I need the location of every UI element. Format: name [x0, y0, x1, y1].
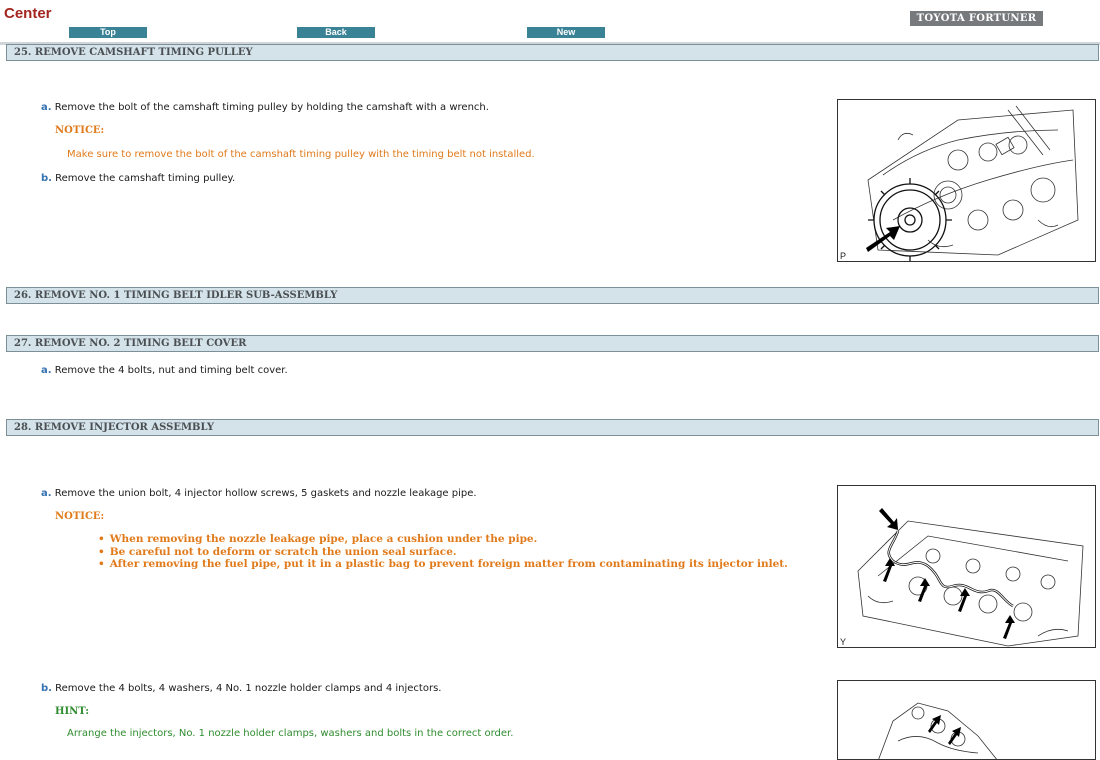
figure-code: Y: [840, 637, 847, 647]
hint-text: Arrange the injectors, No. 1 nozzle hold…: [67, 728, 514, 739]
section-header-25: 25. REMOVE CAMSHAFT TIMING PULLEY: [6, 44, 1099, 61]
nozzle-pipe-figure[interactable]: Y: [837, 485, 1096, 648]
step-letter: b.: [41, 683, 52, 694]
step-25a: a. Remove the bolt of the camshaft timin…: [41, 102, 489, 113]
step-28b: b. Remove the 4 bolts, 4 washers, 4 No. …: [41, 683, 441, 694]
step-letter: a.: [41, 102, 52, 113]
notice-bullet: After removing the fuel pipe, put it in …: [98, 558, 788, 571]
step-text: Remove the 4 bolts, 4 washers, 4 No. 1 n…: [55, 683, 442, 694]
notice-bullets: When removing the nozzle leakage pipe, p…: [98, 533, 788, 571]
step-text: Remove the union bolt, 4 injector hollow…: [54, 488, 477, 499]
nozzle-leakage-pipe-illustration: [857, 508, 1084, 647]
notice-bullet: Be careful not to deform or scratch the …: [98, 546, 788, 559]
nav-top-button[interactable]: Top: [69, 27, 147, 38]
step-25b: b. Remove the camshaft timing pulley.: [41, 173, 235, 184]
figure-code: P: [840, 251, 847, 261]
step-letter: a.: [41, 365, 52, 376]
step-letter: b.: [41, 173, 52, 184]
camshaft-pulley-illustration: [866, 105, 1079, 261]
camshaft-pulley-figure[interactable]: P: [837, 99, 1096, 262]
hint-label: HINT:: [55, 706, 90, 717]
notice-text: Make sure to remove the bolt of the cams…: [67, 149, 535, 160]
nav-new-button[interactable]: New: [527, 27, 605, 38]
section-header-27: 27. REMOVE NO. 2 TIMING BELT COVER: [6, 335, 1099, 352]
notice-bullet: When removing the nozzle leakage pipe, p…: [98, 533, 788, 546]
notice-label: NOTICE:: [55, 125, 105, 136]
step-text: Remove the camshaft timing pulley.: [55, 173, 236, 184]
brand-title: Center: [4, 5, 52, 22]
step-28a: a. Remove the union bolt, 4 injector hol…: [41, 488, 477, 499]
step-letter: a.: [41, 488, 52, 499]
step-27a: a. Remove the 4 bolts, nut and timing be…: [41, 365, 288, 376]
vehicle-badge: TOYOTA FORTUNER: [910, 11, 1043, 26]
step-text: Remove the bolt of the camshaft timing p…: [54, 102, 489, 113]
injector-removal-illustration: [878, 702, 997, 759]
injector-figure[interactable]: [837, 680, 1096, 760]
step-text: Remove the 4 bolts, nut and timing belt …: [54, 365, 288, 376]
nav-back-button[interactable]: Back: [297, 27, 375, 38]
section-header-28: 28. REMOVE INJECTOR ASSEMBLY: [6, 419, 1099, 436]
section-header-26: 26. REMOVE NO. 1 TIMING BELT IDLER SUB-A…: [6, 287, 1099, 304]
notice-label: NOTICE:: [55, 511, 105, 522]
